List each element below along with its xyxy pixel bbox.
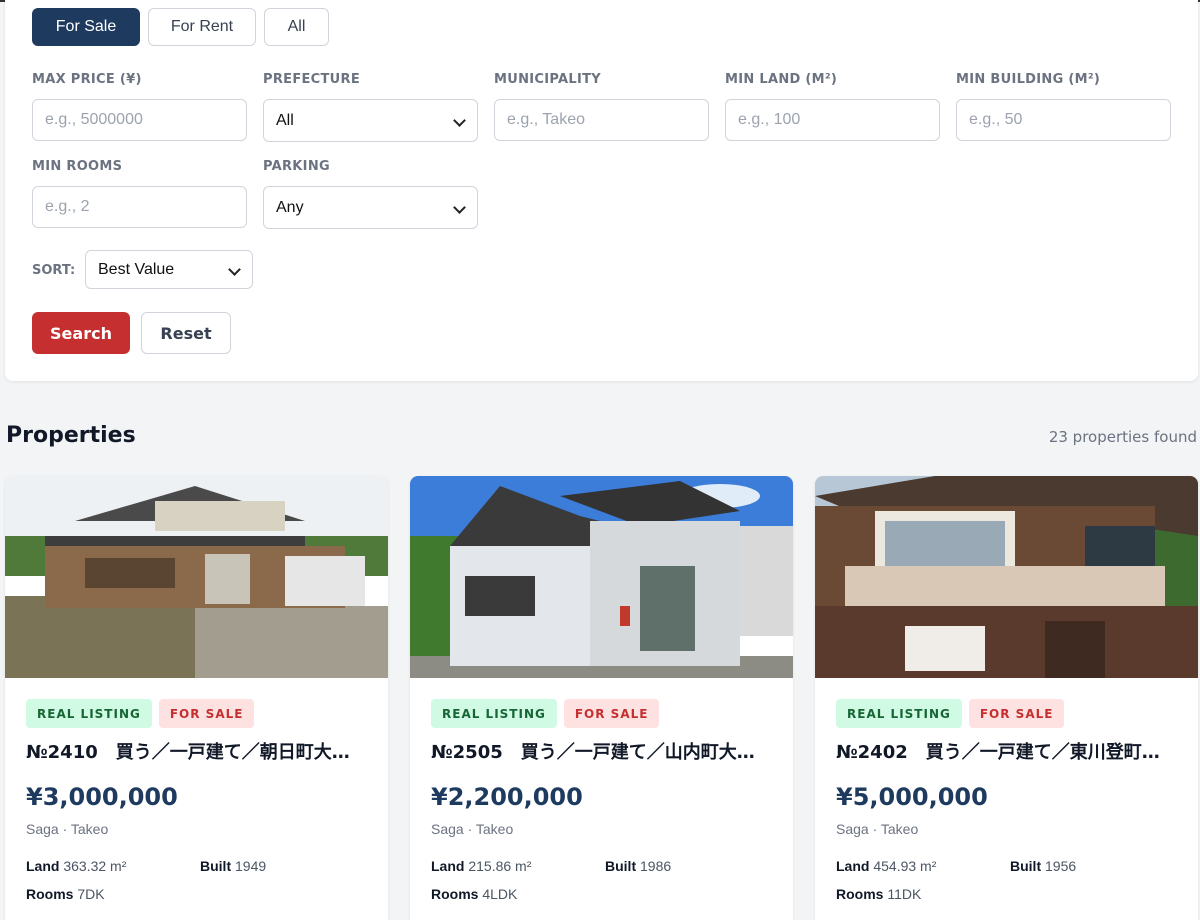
property-photo[interactable]	[410, 476, 793, 678]
spec-land-value: 215.86 m²	[468, 858, 532, 874]
spec-built-value: 1956	[1045, 858, 1077, 874]
sort-label: SORT:	[32, 263, 76, 278]
prefecture-field: PREFECTURE All	[263, 72, 478, 142]
real-listing-badge: REAL LISTING	[26, 699, 152, 728]
search-button[interactable]: Search	[32, 312, 130, 354]
parking-value: Any	[276, 198, 304, 216]
spec-rooms-key: Rooms	[836, 886, 884, 902]
min-building-field: MIN BUILDING (M²)	[956, 72, 1171, 141]
municipality-input[interactable]	[494, 99, 709, 141]
listing-type-tabs: For Sale For Rent All	[32, 8, 329, 46]
property-specs: Land 363.32 m² Built 1949 Rooms 7DK	[26, 858, 367, 902]
chevron-down-icon	[453, 115, 465, 127]
min-land-input[interactable]	[725, 99, 940, 141]
filter-panel: For Sale For Rent All MAX PRICE (¥) PREF…	[5, 0, 1198, 381]
parking-label: PARKING	[263, 159, 330, 174]
property-specs: Land 215.86 m² Built 1986 Rooms 4LDK	[431, 858, 772, 902]
property-location: Saga · Takeo	[431, 821, 514, 837]
property-title[interactable]: №2402 買う／一戸建て／東川登町大字永野	[836, 741, 1177, 765]
sort-value: Best Value	[98, 260, 175, 278]
property-location: Saga · Takeo	[836, 821, 919, 837]
spec-rooms-value: 4LDK	[482, 886, 518, 902]
spec-rooms-key: Rooms	[431, 886, 479, 902]
property-title[interactable]: №2410 買う／一戸建て／朝日町大字甘久	[26, 741, 367, 765]
min-building-label: MIN BUILDING (M²)	[956, 72, 1101, 87]
spec-built: Built 1949	[200, 858, 374, 874]
property-price: ¥5,000,000	[836, 783, 988, 811]
property-card[interactable]: REAL LISTING FOR SALE №2410 買う／一戸建て／朝日町大…	[5, 476, 388, 920]
spec-land-key: Land	[836, 858, 870, 874]
min-land-label: MIN LAND (M²)	[725, 72, 838, 87]
spec-built-value: 1986	[640, 858, 672, 874]
min-land-field: MIN LAND (M²)	[725, 72, 940, 141]
spec-built: Built 1956	[1010, 858, 1184, 874]
tab-all[interactable]: All	[264, 8, 329, 46]
parking-select[interactable]: Any	[263, 186, 478, 229]
real-listing-badge: REAL LISTING	[836, 699, 962, 728]
reset-button[interactable]: Reset	[141, 312, 231, 354]
results-count: 23 properties found	[1048, 428, 1197, 446]
property-photo[interactable]	[815, 476, 1198, 678]
spec-rooms: Rooms 4LDK	[431, 886, 605, 902]
for-sale-badge: FOR SALE	[968, 699, 1065, 728]
properties-heading: Properties	[6, 423, 136, 448]
spec-land: Land 454.93 m²	[836, 858, 1010, 874]
real-listing-badge: REAL LISTING	[431, 699, 557, 728]
spec-built-key: Built	[200, 858, 232, 874]
max-price-label: MAX PRICE (¥)	[32, 72, 142, 87]
min-building-input[interactable]	[956, 99, 1171, 141]
spec-land: Land 363.32 m²	[26, 858, 200, 874]
tab-for-rent[interactable]: For Rent	[148, 8, 256, 46]
chevron-down-icon	[453, 202, 465, 214]
chevron-down-icon	[228, 264, 240, 276]
property-title[interactable]: №2505 買う／一戸建て／山内町大字宮野	[431, 741, 772, 765]
property-price: ¥2,200,000	[431, 783, 583, 811]
min-rooms-field: MIN ROOMS	[32, 159, 247, 228]
property-card[interactable]: REAL LISTING FOR SALE №2402 買う／一戸建て／東川登町…	[815, 476, 1198, 920]
sort-select[interactable]: Best Value	[85, 250, 253, 289]
spec-land-value: 454.93 m²	[873, 858, 937, 874]
spec-rooms-key: Rooms	[26, 886, 74, 902]
min-rooms-input[interactable]	[32, 186, 247, 228]
spec-rooms-value: 11DK	[887, 886, 922, 902]
property-location: Saga · Takeo	[26, 821, 109, 837]
municipality-label: MUNICIPALITY	[494, 72, 601, 87]
spec-land-key: Land	[26, 858, 60, 874]
spec-rooms: Rooms 7DK	[26, 886, 200, 902]
spec-rooms: Rooms 11DK	[836, 886, 1010, 902]
spec-built-key: Built	[605, 858, 637, 874]
spec-land: Land 215.86 m²	[431, 858, 605, 874]
spec-land-key: Land	[431, 858, 465, 874]
parking-field: PARKING Any	[263, 159, 478, 229]
tab-for-sale[interactable]: For Sale	[32, 8, 140, 46]
spec-built-key: Built	[1010, 858, 1042, 874]
max-price-field: MAX PRICE (¥)	[32, 72, 247, 141]
property-price: ¥3,000,000	[26, 783, 178, 811]
prefecture-value: All	[276, 111, 294, 129]
prefecture-label: PREFECTURE	[263, 72, 361, 87]
for-sale-badge: FOR SALE	[563, 699, 660, 728]
spec-built-value: 1949	[235, 858, 267, 874]
spec-built: Built 1986	[605, 858, 779, 874]
max-price-input[interactable]	[32, 99, 247, 141]
municipality-field: MUNICIPALITY	[494, 72, 709, 141]
property-card[interactable]: REAL LISTING FOR SALE №2505 買う／一戸建て／山内町大…	[410, 476, 793, 920]
spec-land-value: 363.32 m²	[63, 858, 127, 874]
min-rooms-label: MIN ROOMS	[32, 159, 123, 174]
for-sale-badge: FOR SALE	[158, 699, 255, 728]
spec-rooms-value: 7DK	[77, 886, 105, 902]
property-photo[interactable]	[5, 476, 388, 678]
property-specs: Land 454.93 m² Built 1956 Rooms 11DK	[836, 858, 1177, 902]
prefecture-select[interactable]: All	[263, 99, 478, 142]
